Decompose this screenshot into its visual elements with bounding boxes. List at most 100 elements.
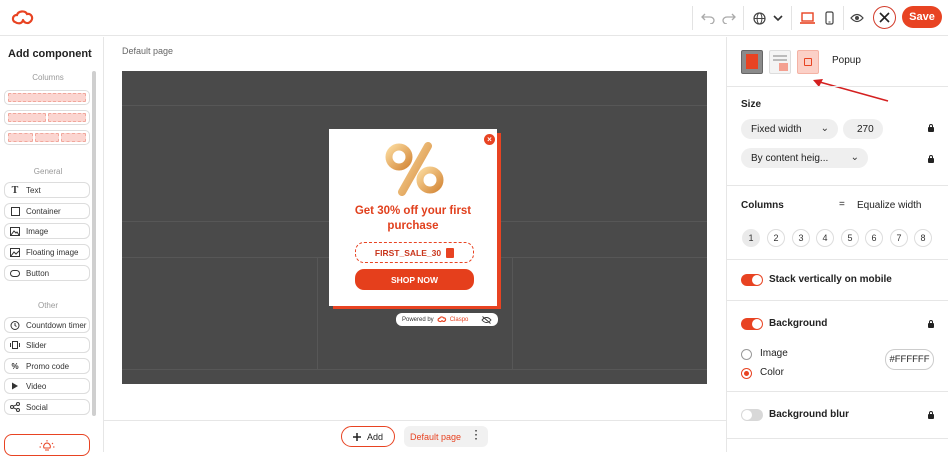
column-layout-3[interactable] <box>4 130 90 145</box>
component-label: Container <box>26 206 61 216</box>
component-floating-image[interactable]: Floating image <box>4 244 90 260</box>
column-count-8[interactable]: 8 <box>914 229 932 247</box>
eye-icon[interactable] <box>847 8 867 28</box>
toolbar-divider <box>791 6 792 30</box>
component-button[interactable]: Button <box>4 265 90 281</box>
timer-icon <box>10 320 20 330</box>
component-image[interactable]: Image <box>4 223 90 239</box>
copy-icon[interactable] <box>446 247 455 258</box>
toolbar-divider <box>692 6 693 30</box>
claspo-logo-icon <box>437 316 446 323</box>
column-count-4[interactable]: 4 <box>816 229 834 247</box>
bg-color-label: Color <box>760 367 784 378</box>
component-label: Video <box>26 381 47 391</box>
annotation-arrow <box>813 79 889 102</box>
chevron-down-icon: ⌄ <box>850 152 859 163</box>
container-icon <box>10 206 20 216</box>
toolbar-divider <box>843 6 844 30</box>
column-layout-1[interactable] <box>4 90 90 105</box>
bg-color-input[interactable]: #FFFFFF <box>885 349 934 370</box>
lock-icon[interactable] <box>928 411 934 419</box>
equalize-width-option[interactable]: Equalize width <box>857 200 921 211</box>
undo-icon[interactable] <box>698 8 718 28</box>
laptop-icon[interactable] <box>797 8 817 28</box>
bg-color-radio[interactable] <box>741 368 752 379</box>
section-divider <box>727 391 948 392</box>
layout-floating-bar-thumb[interactable] <box>769 50 791 74</box>
floating-image-icon <box>10 247 20 257</box>
column-count-7[interactable]: 7 <box>890 229 908 247</box>
layout-embedded-thumb[interactable] <box>797 50 819 74</box>
component-label: Countdown timer <box>26 320 87 330</box>
chevron-down-icon[interactable] <box>768 8 788 28</box>
width-mode-select[interactable]: Fixed width ⌄ <box>741 119 838 139</box>
panel-title: Add component <box>8 48 92 60</box>
column-count-1[interactable]: 1 <box>742 229 760 247</box>
play-icon <box>10 381 20 391</box>
lock-icon[interactable] <box>928 155 934 163</box>
background-toggle[interactable] <box>741 318 763 330</box>
percent-3d-icon <box>385 142 444 196</box>
component-label: Image <box>26 226 49 236</box>
column-layout-2[interactable] <box>4 110 90 125</box>
layout-popup-thumb[interactable] <box>741 50 763 74</box>
column-count-6[interactable]: 6 <box>865 229 883 247</box>
eye-off-icon[interactable] <box>481 315 492 324</box>
ai-assistant-button[interactable] <box>4 434 90 456</box>
width-value-input[interactable]: 270 <box>843 119 883 139</box>
height-mode-select[interactable]: By content heig... ⌄ <box>741 148 868 168</box>
columns-section-label: Columns <box>741 200 784 211</box>
layout-type-label: Popup <box>832 55 861 66</box>
component-promo-code[interactable]: % Promo code <box>4 358 90 374</box>
close-icon <box>879 12 890 23</box>
section-divider <box>727 438 948 439</box>
column-count-3[interactable]: 3 <box>792 229 810 247</box>
claspo-logo-icon[interactable] <box>11 9 35 27</box>
lock-icon[interactable] <box>928 124 934 132</box>
add-page-button[interactable]: Add <box>341 426 395 447</box>
powered-by-badge[interactable]: Powered by Claspo <box>396 313 498 326</box>
section-divider <box>727 86 948 87</box>
popup-close-icon[interactable]: × <box>484 134 495 145</box>
toolbar-divider <box>743 6 744 30</box>
more-vertical-icon[interactable]: · · · <box>475 427 478 445</box>
top-toolbar: Save <box>0 0 948 36</box>
component-container[interactable]: Container <box>4 203 90 219</box>
page-tab-default[interactable]: Default page · · · <box>404 426 488 447</box>
component-social[interactable]: Social <box>4 399 90 415</box>
component-label: Slider <box>26 340 47 350</box>
image-icon <box>10 226 20 236</box>
page-title: Default page <box>122 46 174 56</box>
shop-now-button[interactable]: SHOP NOW <box>355 269 474 290</box>
section-divider <box>727 259 948 260</box>
save-button[interactable]: Save <box>902 6 942 28</box>
panel-scrollbar[interactable] <box>92 71 96 416</box>
column-count-2[interactable]: 2 <box>767 229 785 247</box>
component-label: Floating image <box>26 247 79 257</box>
column-count-5[interactable]: 5 <box>841 229 859 247</box>
promo-code-field[interactable]: FIRST_SALE_30 <box>355 242 474 263</box>
promo-code-text: FIRST_SALE_30 <box>374 247 442 258</box>
equalize-icon: = <box>839 199 845 210</box>
component-countdown-timer[interactable]: Countdown timer <box>4 317 90 333</box>
general-section-label: General <box>33 167 63 176</box>
phone-icon[interactable] <box>819 8 839 28</box>
lock-icon[interactable] <box>928 320 934 328</box>
background-label: Background <box>769 318 828 329</box>
page-tab-label: Default page <box>410 431 462 442</box>
component-video[interactable]: Video <box>4 378 90 394</box>
stack-mobile-toggle[interactable] <box>741 274 763 286</box>
close-button[interactable] <box>873 6 896 29</box>
component-slider[interactable]: Slider <box>4 337 90 353</box>
redo-icon[interactable] <box>719 8 739 28</box>
globe-icon[interactable] <box>749 8 769 28</box>
background-blur-toggle[interactable] <box>741 409 763 421</box>
grid-line <box>122 369 707 370</box>
lightbulb-icon <box>39 440 55 451</box>
section-divider <box>727 300 948 301</box>
bg-image-radio[interactable] <box>741 349 752 360</box>
columns-section-label: Columns <box>32 73 64 82</box>
component-text[interactable]: T Text <box>4 182 90 198</box>
grid-line <box>317 257 318 369</box>
text-icon: T <box>11 184 19 196</box>
